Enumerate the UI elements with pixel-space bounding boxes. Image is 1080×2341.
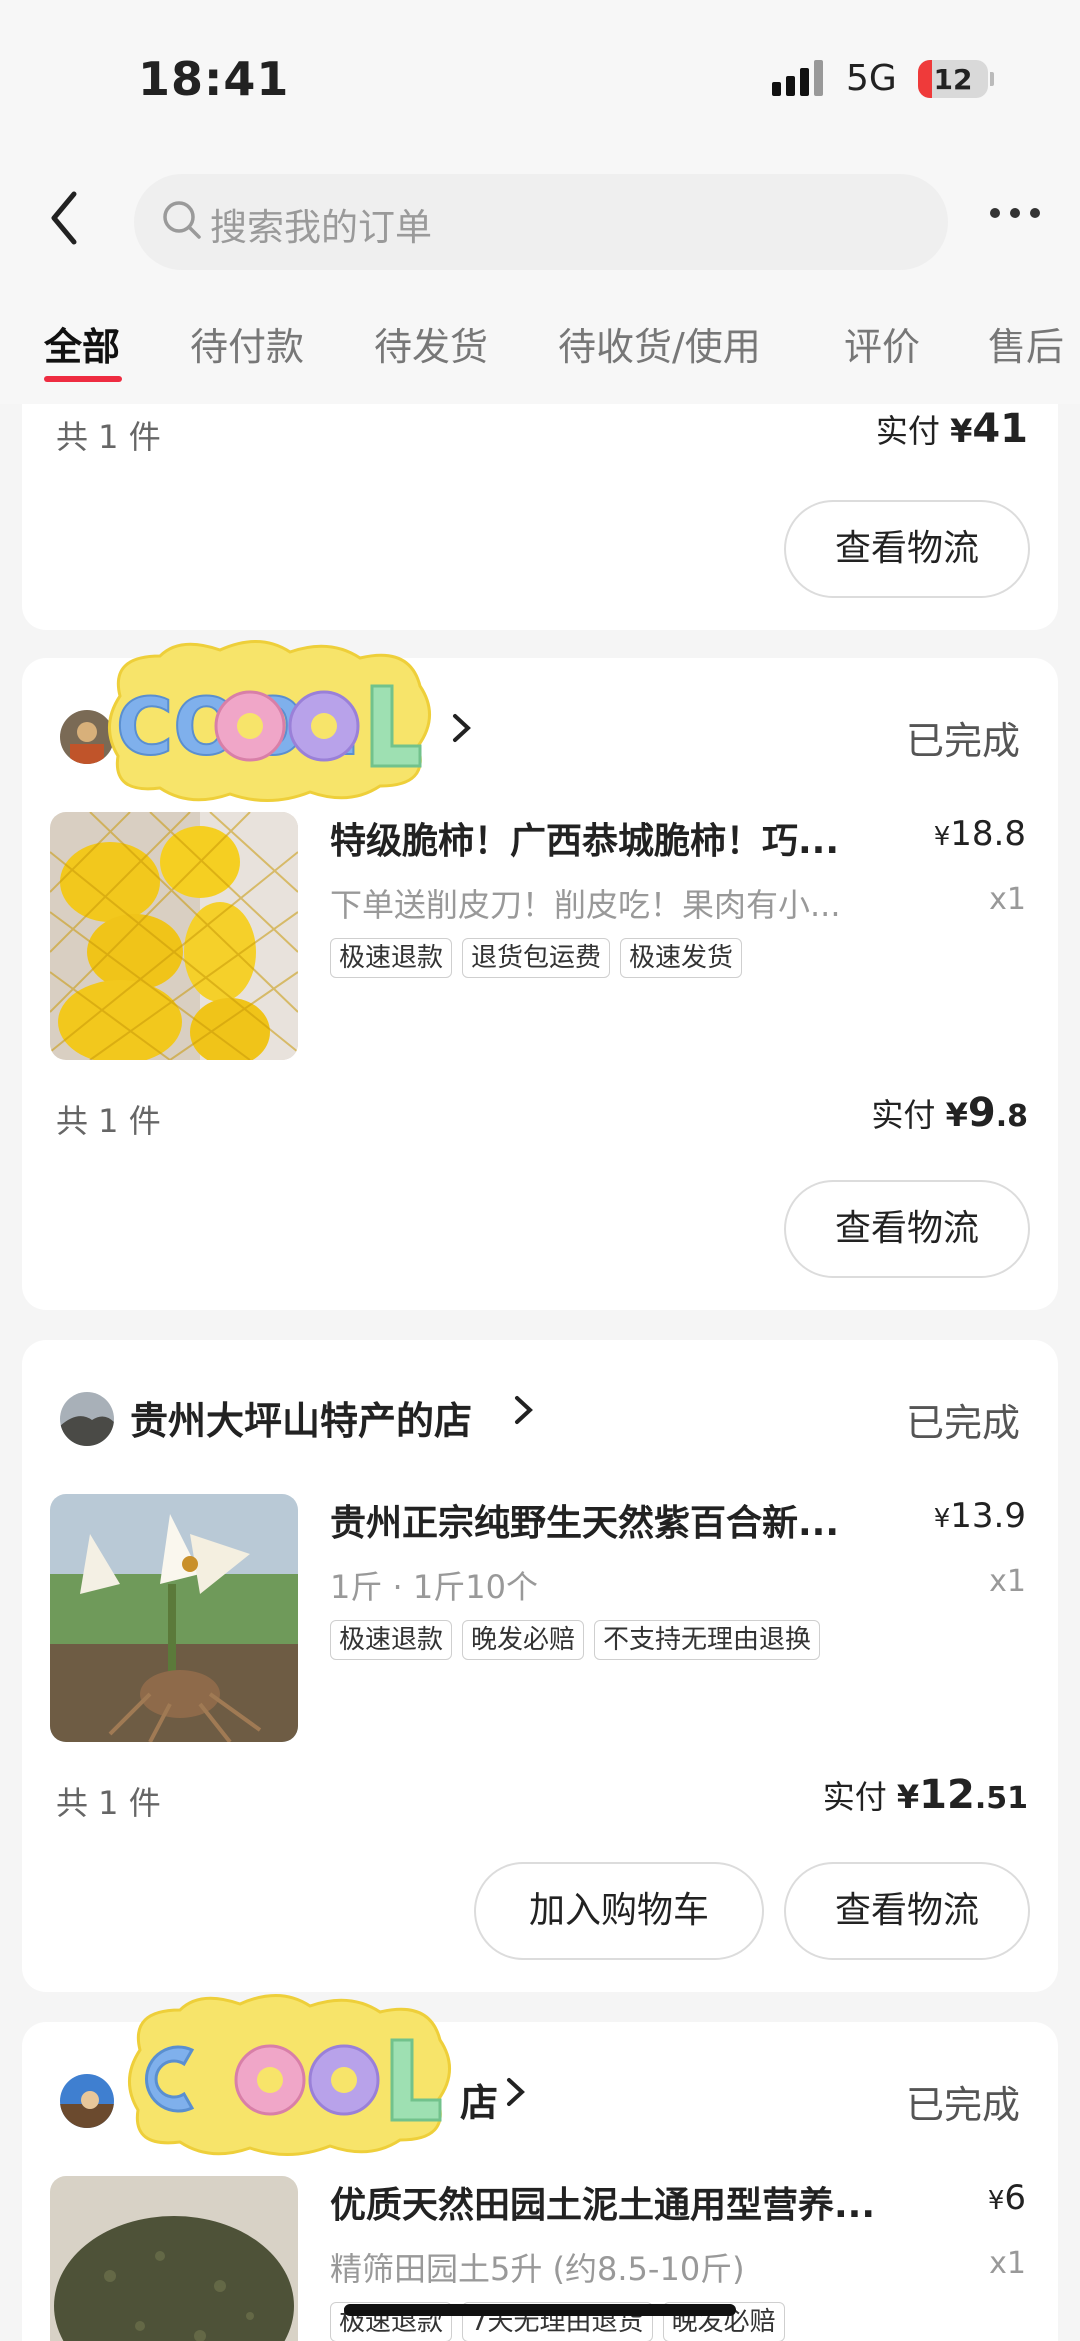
tab-after-sales[interactable]: 售后 [988, 316, 1064, 371]
tab-pending-shipment[interactable]: 待发货 [374, 316, 488, 371]
product-title[interactable]: 贵州正宗纯野生天然紫百合新... [330, 1494, 910, 1546]
order-status: 已完成 [905, 2083, 1020, 2127]
paid-amount: 实付 ¥9.8 [871, 1090, 1028, 1136]
tab-review[interactable]: 评价 [844, 316, 920, 371]
search-icon [158, 196, 208, 246]
product-quantity: x1 [989, 2246, 1026, 2281]
chevron-right-icon [512, 1390, 536, 1439]
paid-amount: 实付 ¥41 [875, 406, 1028, 452]
search-placeholder: 搜索我的订单 [210, 206, 432, 249]
product-quantity: x1 [989, 1564, 1026, 1599]
cool-sticker: COOL [100, 636, 440, 806]
product-title[interactable]: 优质天然田园土泥土通用型营养... [330, 2176, 910, 2228]
home-indicator[interactable] [344, 2304, 736, 2316]
tag: 极速退款 [330, 1620, 453, 1660]
product-price: ¥13.9 [933, 1496, 1026, 1536]
tag: 极速退款 [330, 938, 453, 978]
cool-sticker [120, 1990, 460, 2160]
paid-amount: 实付 ¥12.51 [822, 1772, 1028, 1818]
shop-row[interactable]: 贵州大坪山特产的店 [60, 1382, 960, 1446]
search-input[interactable]: 搜索我的订单 [134, 174, 948, 270]
tag: 不支持无理由退换 [594, 1620, 821, 1660]
tag: 极速发货 [620, 938, 743, 978]
order-status: 已完成 [905, 719, 1020, 763]
product-image[interactable] [50, 812, 298, 1060]
chevron-right-icon [450, 708, 474, 757]
signal-icon [772, 60, 828, 96]
product-image[interactable] [50, 2176, 298, 2341]
view-logistics-button[interactable]: 查看物流 [784, 1180, 1030, 1278]
view-logistics-button[interactable]: 查看物流 [784, 1862, 1030, 1960]
product-spec: 下单送削皮刀！削皮吃！果肉有小... [330, 886, 841, 924]
shop-avatar [60, 2074, 114, 2128]
back-icon[interactable] [44, 188, 88, 248]
product-title[interactable]: 特级脆柿！广西恭城脆柿！巧... [330, 812, 910, 864]
tab-pending-payment[interactable]: 待付款 [190, 316, 304, 371]
product-price: ¥6 [987, 2178, 1026, 2218]
network-type: 5G [846, 58, 897, 99]
view-logistics-button[interactable]: 查看物流 [784, 500, 1030, 598]
order-card: 共 1 件 实付 ¥41 查看物流 [22, 404, 1058, 630]
order-tabs: 全部 待付款 待发货 待收货/使用 评价 售后 [0, 300, 1080, 404]
order-card: 贵州大坪山特产的店 已完成 贵州正宗纯野生天然紫百合新... ¥13.9 1斤 … [22, 1340, 1058, 1992]
tab-all[interactable]: 全部 [44, 316, 120, 371]
service-tags: 极速退款 退货包运费 极速发货 [330, 938, 752, 980]
product-spec: 精筛田园土5升 (约8.5-10斤) [330, 2250, 745, 2288]
tag: 晚发必赔 [462, 1620, 585, 1660]
more-icon[interactable] [988, 208, 1044, 224]
header: 搜索我的订单 [0, 160, 1080, 300]
tab-active-indicator [44, 376, 122, 382]
order-status: 已完成 [905, 1401, 1020, 1445]
add-to-cart-button[interactable]: 加入购物车 [474, 1862, 764, 1960]
chevron-right-icon [504, 2072, 528, 2121]
shop-avatar [60, 1392, 114, 1446]
service-tags: 极速退款 晚发必赔 不支持无理由退换 [330, 1620, 830, 1662]
item-count: 共 1 件 [56, 1102, 161, 1140]
status-bar: 18:41 5G 12 [0, 0, 1080, 160]
product-image[interactable] [50, 1494, 298, 1742]
product-spec: 1斤 · 1斤10个 [330, 1568, 538, 1606]
item-count: 共 1 件 [56, 418, 161, 456]
product-price: ¥18.8 [933, 814, 1026, 854]
item-count: 共 1 件 [56, 1784, 161, 1822]
tab-pending-receipt[interactable]: 待收货/使用 [558, 316, 761, 371]
tag: 退货包运费 [462, 938, 611, 978]
shop-name: 店 [460, 2081, 499, 2125]
battery-level: 12 [933, 63, 973, 96]
shop-name: 贵州大坪山特产的店 [130, 1399, 473, 1443]
battery-icon: 12 [918, 60, 988, 98]
product-quantity: x1 [989, 882, 1026, 917]
status-time: 18:41 [138, 52, 290, 106]
